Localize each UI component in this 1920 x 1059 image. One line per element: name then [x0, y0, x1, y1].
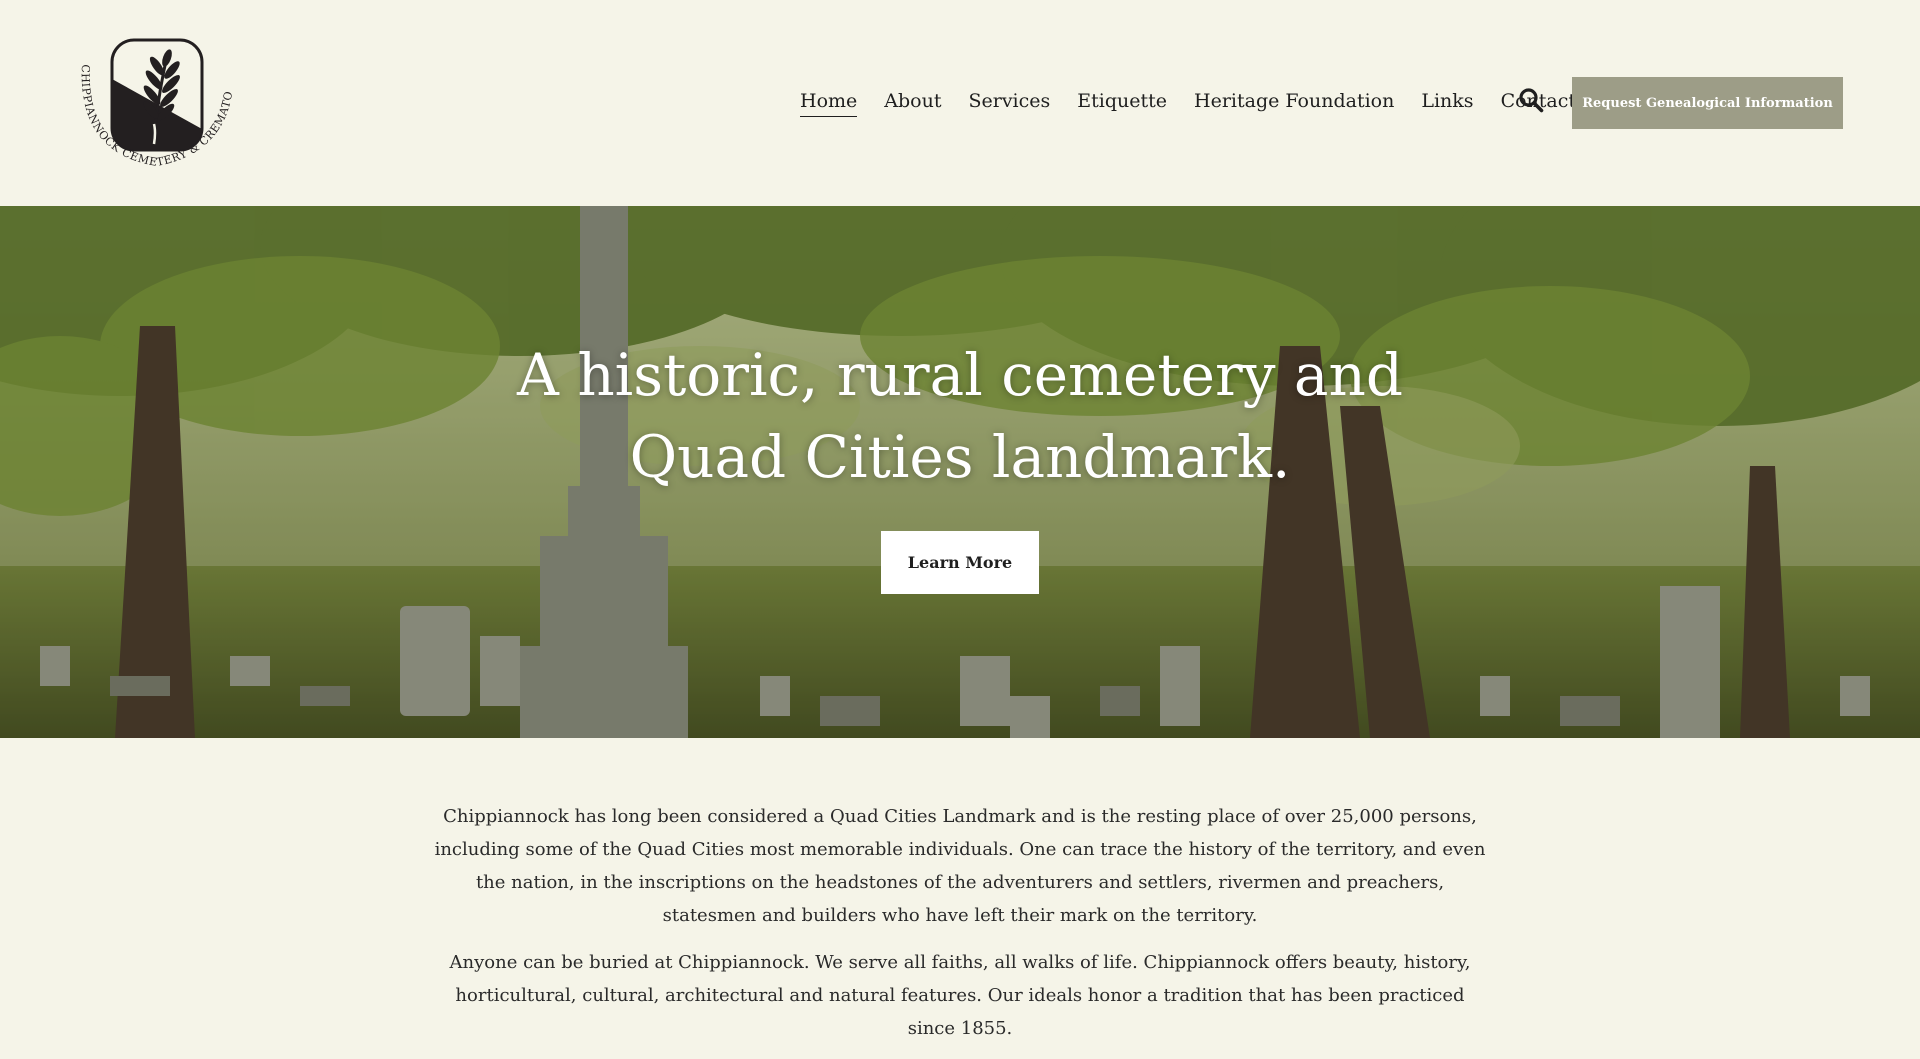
intro-content: Chippiannock has long been considered a …: [430, 800, 1490, 1059]
main-nav: Home About Services Etiquette Heritage F…: [800, 88, 1603, 118]
intro-paragraph: Chippiannock has long been considered a …: [434, 806, 1486, 926]
nav-services[interactable]: Services: [968, 90, 1050, 116]
logo-emblem-icon: CHIPPIANNOCK CEMETERY & CREMATORY: [67, 24, 235, 169]
nav-links[interactable]: Links: [1421, 90, 1473, 116]
nav-home[interactable]: Home: [800, 90, 858, 117]
hero-title: A historic, rural cemetery and Quad Citi…: [517, 341, 1403, 491]
nav-heritage-foundation[interactable]: Heritage Foundation: [1194, 90, 1394, 116]
cemetery-logo[interactable]: CHIPPIANNOCK CEMETERY & CREMATORY: [67, 24, 242, 174]
hero-section: A historic, rural cemetery and Quad Citi…: [0, 206, 1920, 738]
learn-more-button[interactable]: Learn More: [881, 531, 1039, 594]
nav-about[interactable]: About: [884, 90, 941, 116]
request-genealogical-information-button[interactable]: Request Genealogical Information: [1572, 77, 1843, 129]
search-icon[interactable]: [1518, 87, 1544, 113]
intro-paragraph: Anyone can be buried at Chippiannock. We…: [449, 952, 1471, 1039]
site-header: CHIPPIANNOCK CEMETERY & CREMATORY Home A…: [0, 0, 1920, 206]
nav-etiquette[interactable]: Etiquette: [1077, 90, 1167, 116]
